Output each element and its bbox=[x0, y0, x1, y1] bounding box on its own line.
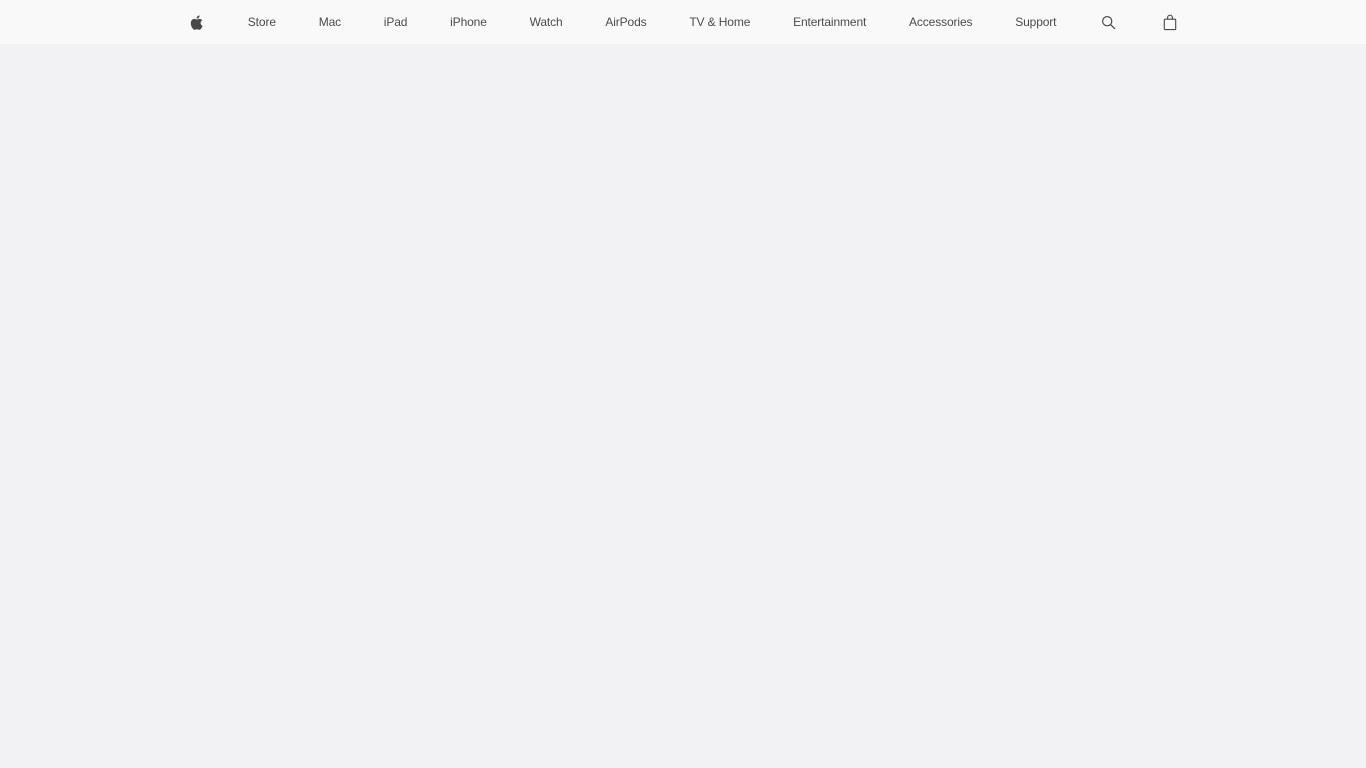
nav-item-bag bbox=[1157, 0, 1183, 44]
nav-link-accessories[interactable]: Accessories bbox=[905, 0, 976, 44]
nav-item-watch: Watch bbox=[526, 0, 567, 44]
shopping-bag-icon bbox=[1163, 14, 1177, 31]
apple-logo-link[interactable] bbox=[183, 0, 209, 44]
nav-item-entertainment: Entertainment bbox=[789, 0, 870, 44]
page-content bbox=[0, 44, 1366, 768]
nav-item-search bbox=[1095, 0, 1122, 44]
search-icon bbox=[1101, 15, 1116, 30]
nav-link-airpods[interactable]: AirPods bbox=[601, 0, 650, 44]
nav-link-store[interactable]: Store bbox=[244, 0, 280, 44]
nav-item-mac: Mac bbox=[315, 0, 345, 44]
nav-link-entertainment[interactable]: Entertainment bbox=[789, 0, 870, 44]
nav-item-support: Support bbox=[1011, 0, 1060, 44]
nav-item-ipad: iPad bbox=[380, 0, 412, 44]
nav-item-apple bbox=[183, 0, 209, 44]
global-nav-list: Store Mac iPad iPhone Watch AirPods TV &… bbox=[183, 0, 1183, 44]
nav-link-ipad[interactable]: iPad bbox=[380, 0, 412, 44]
nav-item-store: Store bbox=[244, 0, 280, 44]
nav-item-airpods: AirPods bbox=[601, 0, 650, 44]
search-button[interactable] bbox=[1095, 0, 1122, 44]
shopping-bag-button[interactable] bbox=[1157, 0, 1183, 44]
nav-link-watch[interactable]: Watch bbox=[526, 0, 567, 44]
global-navigation-bar: Store Mac iPad iPhone Watch AirPods TV &… bbox=[0, 0, 1366, 44]
nav-link-iphone[interactable]: iPhone bbox=[446, 0, 491, 44]
nav-link-support[interactable]: Support bbox=[1011, 0, 1060, 44]
nav-item-accessories: Accessories bbox=[905, 0, 976, 44]
apple-logo-icon bbox=[189, 14, 203, 31]
nav-item-tv-home: TV & Home bbox=[685, 0, 754, 44]
nav-link-tv-home[interactable]: TV & Home bbox=[685, 0, 754, 44]
nav-item-iphone: iPhone bbox=[446, 0, 491, 44]
nav-link-mac[interactable]: Mac bbox=[315, 0, 345, 44]
page-body bbox=[0, 44, 1366, 768]
